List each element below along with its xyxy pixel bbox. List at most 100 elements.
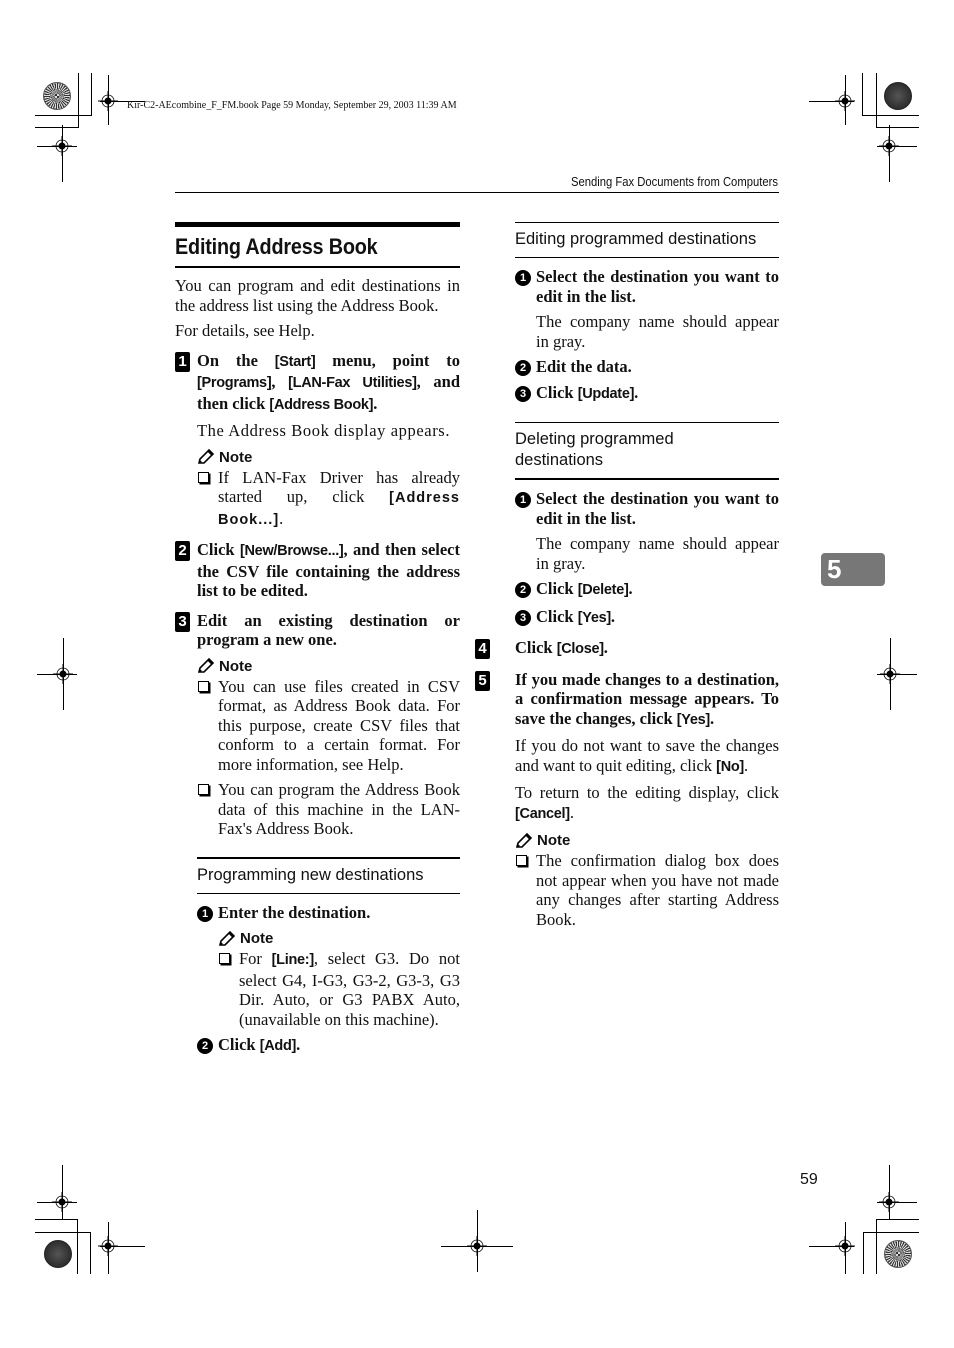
header-rule (175, 192, 779, 193)
ui-label-update: [Update] (577, 385, 635, 402)
ui-label-close: [Close] (556, 641, 604, 657)
crop-line (108, 1222, 109, 1274)
registration-rosette-icon (43, 82, 71, 110)
step-number-badge: 5 (475, 670, 490, 691)
step-2: 2 Click [New/Browse...], and then select… (175, 540, 460, 601)
ui-label-cancel: [Cancel] (515, 805, 570, 822)
circled-number-badge: 3 (515, 385, 531, 402)
circled-number-badge: 2 (197, 1038, 213, 1054)
crop-line (37, 146, 77, 147)
pencil-icon (515, 832, 533, 848)
crop-line (862, 115, 919, 116)
pencil-icon (197, 449, 215, 464)
intro-paragraph: You can program and edit destinations in… (175, 276, 460, 315)
sub-step-body: The company name should appear in gray. (536, 312, 779, 351)
note-item: For [Line:], select G3. Do not select G4… (218, 949, 460, 1029)
running-head: Sending Fax Documents from Computers (571, 175, 778, 189)
subsection-deleting: Deleting programmed destinations 1 Selec… (515, 422, 779, 628)
crop-line (876, 73, 877, 128)
ui-label-no: [No] (716, 758, 744, 775)
checkbox-bullet-icon (198, 471, 209, 483)
note-item: You can use files created in CSV format,… (197, 677, 460, 775)
note-heading: Note (218, 930, 460, 947)
crop-line (845, 1222, 846, 1274)
ui-label-programs: [Programs] (197, 375, 272, 391)
crop-line (100, 1246, 145, 1247)
circled-number-badge: 1 (197, 905, 213, 922)
step-number-badge: 2 (175, 541, 190, 561)
note-heading: Note (197, 449, 460, 466)
crop-line (889, 125, 890, 182)
ui-label-line: [Line:] (271, 952, 315, 968)
crop-line (37, 674, 77, 675)
circled-number-badge: 2 (515, 582, 531, 598)
note: Note You can use files created in CSV fo… (197, 658, 460, 839)
title-rule (175, 266, 460, 268)
crop-line (845, 75, 846, 125)
sub-step-1: 1 Enter the destination. Note For [Line:… (197, 903, 460, 1030)
crop-line (77, 1219, 78, 1274)
subhead-rule (197, 892, 460, 894)
crop-line (477, 1210, 478, 1272)
note: Note The confirmation dialog box does no… (515, 832, 779, 929)
step-title: If you made changes to a destination, a … (515, 669, 779, 728)
crop-line (877, 1202, 917, 1203)
ui-label-new-browse: [New/Browse...] (239, 543, 344, 559)
checkbox-bullet-icon (219, 953, 230, 964)
step-body: The Address Book display appears. (197, 421, 451, 440)
note-heading: Note (197, 658, 460, 675)
step-title: Click [New/Browse...], and then select t… (197, 540, 460, 600)
step-1: 1 On the [Start] menu, point to [Program… (175, 351, 460, 531)
crop-line (862, 73, 863, 116)
crop-line (62, 125, 63, 182)
note: Note If LAN-Fax Driver has already start… (197, 449, 460, 531)
sub-step-title: Edit the data. (536, 357, 632, 376)
title-bar (175, 222, 460, 227)
crop-line (441, 1246, 513, 1247)
circled-number-badge: 1 (515, 270, 531, 286)
step-number-badge: 3 (175, 611, 190, 632)
subsection-heading: Programming new destinations (197, 865, 424, 884)
crop-line (62, 1165, 63, 1220)
note-item: The confirmation dialog box does not app… (515, 851, 779, 929)
registration-rosette-icon (44, 1240, 72, 1268)
left-column: Editing Address Book You can program and… (175, 222, 460, 1063)
step-number-badge: 4 (475, 639, 490, 659)
crop-line (876, 1219, 877, 1274)
step-title: Edit an existing destination or program … (197, 610, 460, 650)
print-info: Kir-C2-AEcombine_F_FM.book Page 59 Monda… (127, 100, 457, 111)
checkbox-bullet-icon (516, 855, 527, 866)
sub-step-title: Select the destination you want to edit … (536, 489, 779, 528)
crop-line (35, 127, 79, 128)
subsection-heading: Editing programmed destinations (515, 230, 757, 248)
circled-number-badge: 2 (515, 360, 531, 376)
subhead-rule (515, 257, 779, 258)
section-title: Editing Address Book (175, 234, 378, 259)
sub-step-3: 3 Click [Yes]. (515, 607, 779, 629)
registration-rosette-icon (884, 82, 912, 110)
subsection-heading: Deleting programmed destinations (515, 430, 674, 469)
step-body: To return to the editing display, click … (515, 783, 779, 822)
step-body: If you do not want to save the changes a… (515, 736, 779, 775)
sub-step-1: 1 Select the destination you want to edi… (515, 267, 779, 351)
crop-line (809, 101, 854, 102)
circled-number-badge: 3 (515, 609, 531, 626)
crop-line (35, 1232, 91, 1233)
crop-line (91, 73, 92, 116)
ui-label-yes: [Yes] (676, 711, 710, 728)
note-heading: Note (515, 832, 779, 849)
checkbox-bullet-icon (198, 784, 209, 795)
ui-label-yes: [Yes] (577, 609, 611, 626)
note-item: If LAN-Fax Driver has already started up… (197, 468, 460, 531)
pencil-icon (218, 930, 236, 946)
step-4: 4 Click [Close]. (475, 638, 779, 660)
sub-step-title: Click [Add]. (218, 1035, 301, 1054)
sub-step-title: Enter the destination. (218, 902, 371, 922)
step-title: On the [Start] menu, point to [Programs]… (197, 350, 460, 413)
subsection-editing: Editing programmed destinations 1 Select… (515, 222, 779, 404)
crop-line (35, 115, 92, 116)
sub-step-title: Click [Delete]. (536, 579, 633, 598)
crop-line (863, 1232, 864, 1274)
step-3: 3 Edit an existing destination or progra… (175, 611, 460, 1057)
crop-line (889, 1165, 890, 1220)
